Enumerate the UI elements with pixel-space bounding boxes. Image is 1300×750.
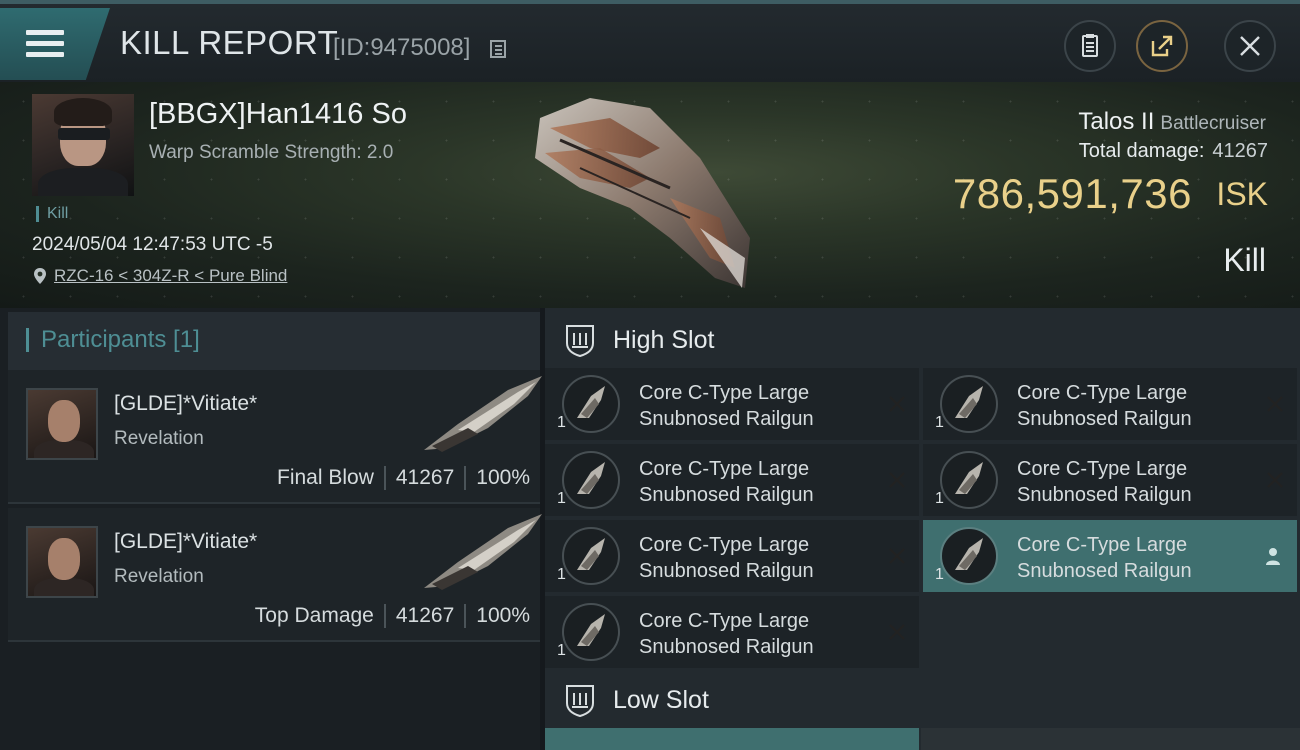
header-bar: KILL REPORT [ID:9475008] xyxy=(0,0,1300,82)
total-damage-label: Total damage: xyxy=(1078,140,1205,162)
participant-ship: Revelation xyxy=(114,566,204,587)
total-damage: Total damage: 41267 xyxy=(1079,140,1268,163)
isk-unit: ISK xyxy=(1216,176,1268,212)
share-icon xyxy=(1151,35,1173,57)
module-name: Core C-Type Large Snubnosed Railgun xyxy=(1017,534,1192,582)
high-slot-label: High Slot xyxy=(613,325,715,354)
module-name: Core C-Type Large Snubnosed Railgun xyxy=(639,458,814,506)
location-link[interactable]: RZC-16 < 304Z-R < Pure Blind xyxy=(54,266,287,286)
module-name: Core C-Type Large Snubnosed Railgun xyxy=(639,610,814,658)
participant-name: [GLDE]*Vitiate* xyxy=(114,392,258,415)
page-title: KILL REPORT xyxy=(120,24,339,61)
victim-name[interactable]: [BBGX]Han1416 So xyxy=(149,98,407,131)
location-pin-icon xyxy=(34,268,46,284)
high-slot-module[interactable]: 1 Core C-Type Large Snubnosed Railgun xyxy=(545,520,919,592)
participant-ship: Revelation xyxy=(114,428,204,449)
menu-button[interactable] xyxy=(0,8,110,80)
victim-portrait[interactable] xyxy=(32,94,134,196)
high-slot-module[interactable]: 1 Core C-Type Large Snubnosed Railgun xyxy=(923,444,1297,516)
railgun-icon xyxy=(562,451,620,509)
high-slot-module[interactable]: 1 Core C-Type Large Snubnosed Railgun xyxy=(923,368,1297,440)
participant-damage: 41267 xyxy=(395,604,455,627)
participants-panel: Participants [1] [GLDE]*Vitiate* Revelat… xyxy=(0,308,542,750)
participant-avatar[interactable] xyxy=(26,388,98,460)
destroyed-x-icon xyxy=(889,624,905,640)
module-name: Core C-Type Large Snubnosed Railgun xyxy=(639,534,814,582)
participant-ship-image xyxy=(424,514,542,590)
module-qty: 1 xyxy=(557,490,566,507)
kill-tag: Kill xyxy=(36,206,68,222)
total-damage-value: 41267 xyxy=(1212,140,1268,162)
report-icon xyxy=(1082,34,1098,57)
report-id: [ID:9475008] xyxy=(333,34,471,61)
railgun-icon xyxy=(940,375,998,433)
destroyed-x-icon xyxy=(1267,472,1283,488)
railgun-icon xyxy=(940,527,998,585)
warp-scramble-strength: Warp Scramble Strength: 2.0 xyxy=(149,142,394,163)
copy-icon[interactable] xyxy=(490,40,506,58)
module-qty: 1 xyxy=(557,414,566,431)
low-slot-module[interactable] xyxy=(545,728,919,750)
ship-name: Talos II xyxy=(1078,108,1155,135)
kill-result: Kill xyxy=(1223,242,1266,278)
report-button[interactable] xyxy=(1064,20,1116,72)
close-icon xyxy=(1240,36,1260,56)
high-slot-module[interactable]: 1 Core C-Type Large Snubnosed Railgun xyxy=(545,596,919,668)
kill-summary: [BBGX]Han1416 So Warp Scramble Strength:… xyxy=(0,82,1300,308)
module-qty: 1 xyxy=(935,566,944,583)
close-button[interactable] xyxy=(1224,20,1276,72)
share-button[interactable] xyxy=(1136,20,1188,72)
module-qty: 1 xyxy=(557,566,566,583)
high-slot-icon xyxy=(566,325,594,357)
participant-row[interactable]: [GLDE]*Vitiate* Revelation Final Blow 41… xyxy=(8,370,542,504)
railgun-icon xyxy=(562,375,620,433)
participant-name: [GLDE]*Vitiate* xyxy=(114,530,258,553)
high-slot-module[interactable]: 1 Core C-Type Large Snubnosed Railgun xyxy=(545,444,919,516)
module-qty: 1 xyxy=(935,414,944,431)
ship-class: Battlecruiser xyxy=(1160,113,1266,134)
railgun-icon xyxy=(562,527,620,585)
high-slot-header: High Slot xyxy=(545,310,1300,370)
module-qty: 1 xyxy=(935,490,944,507)
module-name: Core C-Type Large Snubnosed Railgun xyxy=(1017,458,1192,506)
victim-ship[interactable]: Talos II Battlecruiser xyxy=(1078,108,1266,136)
fitting-panel: High Slot 1 Core C-Type Large Snubnosed R… xyxy=(545,308,1300,750)
participant-role: Top Damage xyxy=(254,604,374,627)
victim-ship-image[interactable] xyxy=(520,88,770,298)
participant-ship-image xyxy=(424,376,542,452)
destroyed-x-icon xyxy=(889,396,905,412)
destroyed-x-icon xyxy=(1267,396,1283,412)
high-slot-module[interactable]: 1 Core C-Type Large Snubnosed Railgun xyxy=(545,368,919,440)
low-slot-label: Low Slot xyxy=(613,685,709,714)
isk-value: 786,591,736 xyxy=(952,170,1192,217)
kill-datetime: 2024/05/04 12:47:53 UTC -5 xyxy=(32,234,273,255)
participant-percent: 100% xyxy=(476,466,530,489)
destroyed-x-icon xyxy=(889,472,905,488)
low-slot-header: Low Slot xyxy=(545,670,1300,730)
menu-icon xyxy=(26,28,64,62)
railgun-icon xyxy=(940,451,998,509)
module-name: Core C-Type Large Snubnosed Railgun xyxy=(1017,382,1192,430)
participant-role: Final Blow xyxy=(277,466,374,489)
module-name: Core C-Type Large Snubnosed Railgun xyxy=(639,382,814,430)
high-slot-module-dropped[interactable]: 1 Core C-Type Large Snubnosed Railgun xyxy=(923,520,1297,592)
participants-label: Participants [1] xyxy=(26,328,200,352)
module-qty: 1 xyxy=(557,642,566,659)
kill-location[interactable]: RZC-16 < 304Z-R < Pure Blind xyxy=(32,266,287,286)
destroyed-x-icon xyxy=(889,548,905,564)
participant-row[interactable]: [GLDE]*Vitiate* Revelation Top Damage 41… xyxy=(8,508,542,642)
participant-stats: Top Damage 41267 100% xyxy=(255,604,530,628)
participant-damage: 41267 xyxy=(395,466,455,489)
participant-stats: Final Blow 41267 100% xyxy=(277,466,530,490)
participants-header: Participants [1] xyxy=(8,312,540,370)
participant-avatar[interactable] xyxy=(26,526,98,598)
low-slot-module[interactable] xyxy=(921,728,1300,750)
low-slot-icon xyxy=(566,685,594,717)
railgun-icon xyxy=(562,603,620,661)
person-icon xyxy=(1266,548,1280,565)
participant-percent: 100% xyxy=(476,604,530,627)
